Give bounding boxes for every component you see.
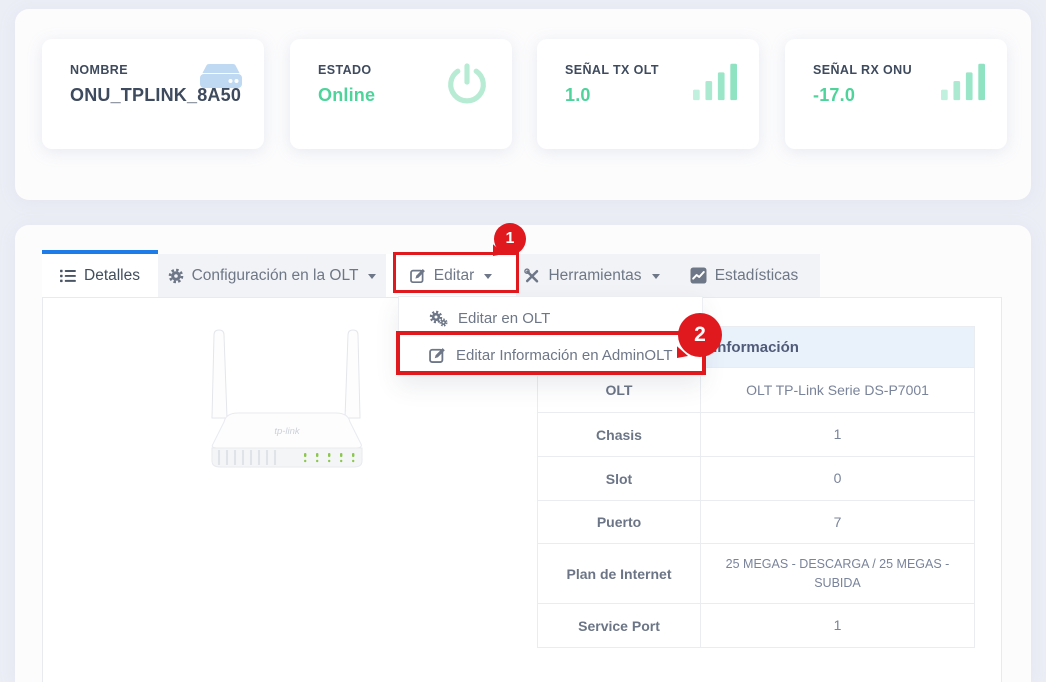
row-label: Chasis	[538, 413, 701, 456]
stat-card-estado: ESTADO Online	[290, 39, 512, 149]
annotation-badge-2: 2	[678, 313, 722, 357]
chevron-down-icon	[652, 274, 660, 279]
table-row: Chasis 1	[538, 412, 974, 456]
annotation-box-step2	[396, 331, 706, 375]
tx-signal-value: 1.0	[565, 85, 591, 106]
row-value: 25 MEGAS - DESCARGA / 25 MEGAS - SUBIDA	[701, 544, 974, 603]
stat-card-nombre: NOMBRE ONU_TPLINK_8A50	[42, 39, 264, 149]
tab-label: Estadísticas	[715, 267, 799, 285]
tab-label: Configuración en la OLT	[192, 267, 359, 285]
status-value: Online	[318, 85, 375, 106]
stat-label: ESTADO	[318, 63, 372, 77]
row-value: 1	[701, 413, 974, 456]
table-row: Slot 0	[538, 456, 974, 500]
table-row: Puerto 7	[538, 500, 974, 543]
row-label: Slot	[538, 457, 701, 500]
row-value: 7	[701, 501, 974, 543]
signal-bars-icon	[693, 61, 737, 101]
row-label: Puerto	[538, 501, 701, 543]
tab-label: Herramientas	[548, 267, 641, 285]
annotation-box-step1	[393, 252, 519, 293]
list-icon	[60, 269, 76, 283]
table-row: Plan de Internet 25 MEGAS - DESCARGA / 2…	[538, 543, 974, 603]
modem-icon	[200, 61, 242, 94]
chevron-down-icon	[368, 274, 376, 279]
signal-bars-icon	[941, 61, 985, 101]
tab-detalles[interactable]: Detalles	[42, 250, 158, 297]
tab-herramientas[interactable]: Herramientas	[516, 254, 668, 297]
stat-label: NOMBRE	[70, 63, 128, 77]
annotation-badge-1: 1	[494, 223, 526, 255]
tab-estadisticas[interactable]: Estadísticas	[668, 254, 820, 297]
row-value: 1	[701, 604, 974, 647]
cogs-icon	[429, 310, 448, 327]
stat-label: SEÑAL RX ONU	[813, 63, 912, 77]
row-label: Service Port	[538, 604, 701, 647]
gear-icon	[168, 268, 184, 284]
row-value: OLT TP-Link Serie DS-P7001	[701, 368, 974, 412]
power-icon	[444, 61, 490, 107]
row-label: Plan de Internet	[538, 544, 701, 603]
tools-icon	[524, 268, 540, 284]
tab-label: Detalles	[84, 267, 140, 285]
onu-details-page: NOMBRE ONU_TPLINK_8A50 ESTADO Online SEÑ…	[0, 0, 1046, 682]
tab-configuracion-olt[interactable]: Configuración en la OLT	[158, 254, 386, 297]
chart-line-icon	[690, 267, 707, 284]
router-product-image: tp-link	[192, 326, 382, 484]
table-row: Service Port 1	[538, 603, 974, 647]
stat-card-senal-tx: SEÑAL TX OLT 1.0	[537, 39, 759, 149]
row-value: 0	[701, 457, 974, 500]
stat-label: SEÑAL TX OLT	[565, 63, 659, 77]
stat-card-senal-rx: SEÑAL RX ONU -17.0	[785, 39, 1007, 149]
menu-item-label: Editar en OLT	[458, 310, 550, 327]
router-logo-text: tp-link	[274, 426, 301, 437]
rx-signal-value: -17.0	[813, 85, 855, 106]
